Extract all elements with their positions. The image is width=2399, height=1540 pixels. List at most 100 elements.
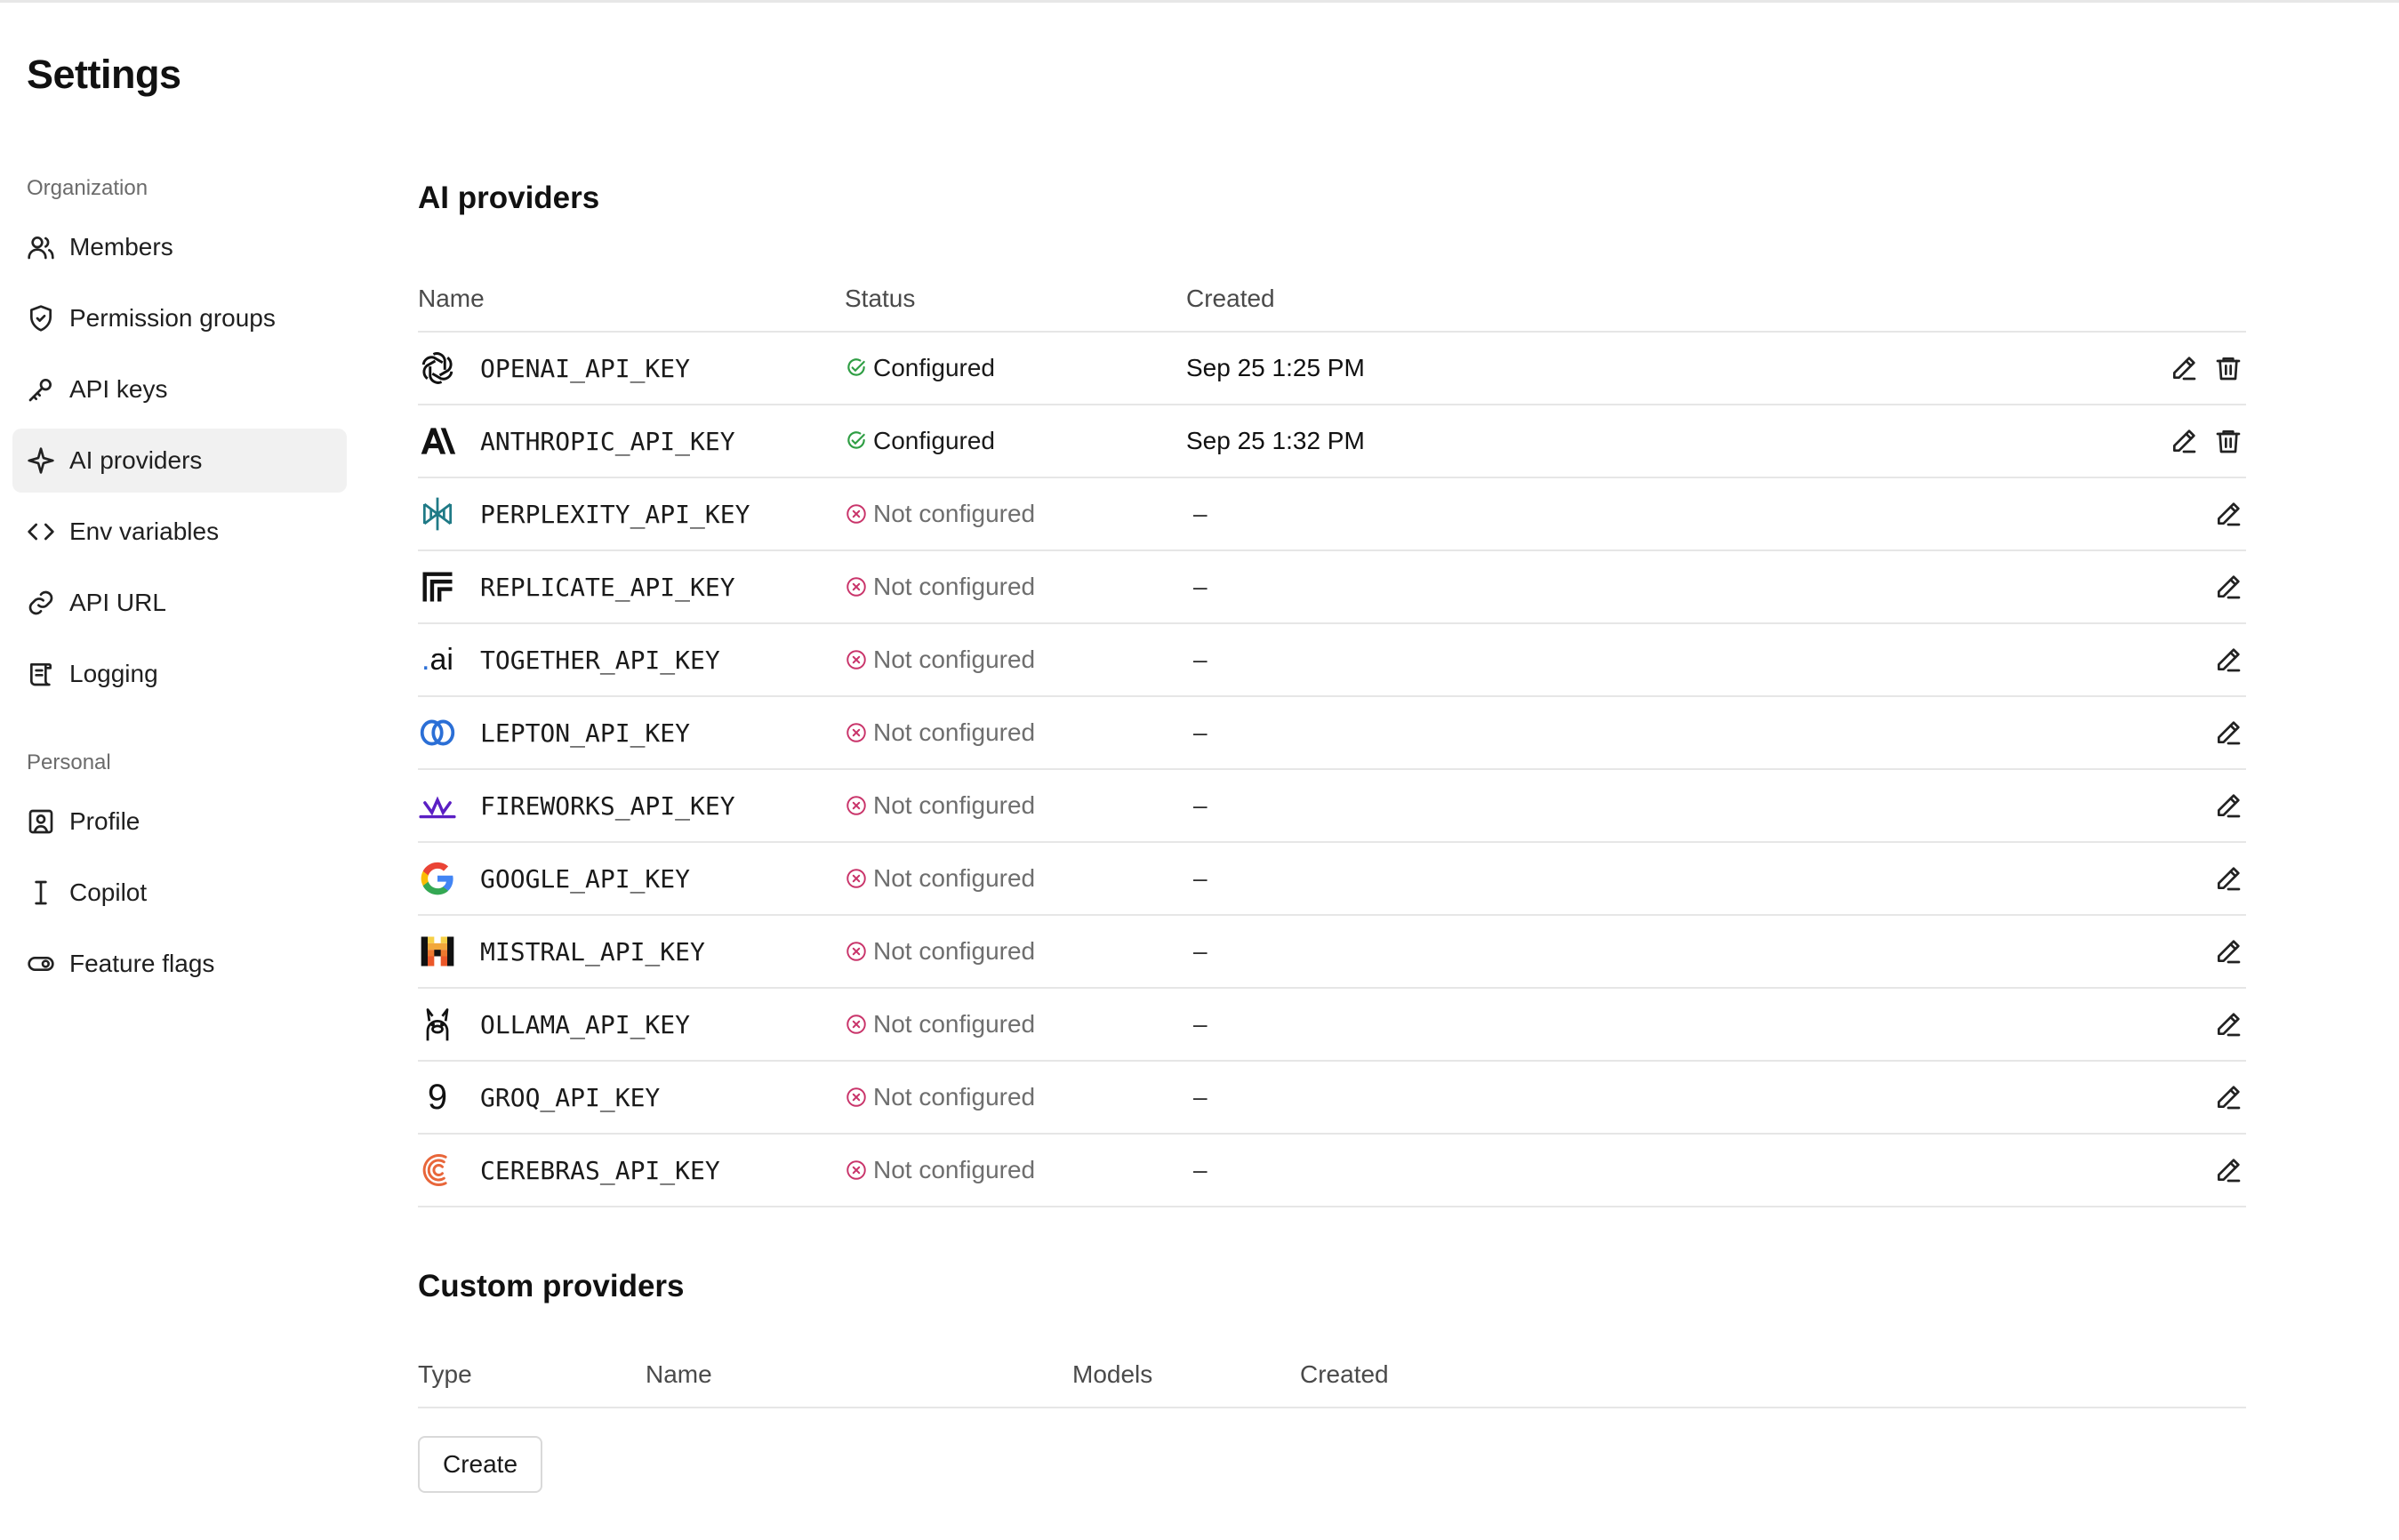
x-circle-icon: [845, 1013, 868, 1036]
sidebar-item-label: Env variables: [69, 517, 220, 545]
sidebar-item-label: API keys: [69, 375, 168, 403]
column-header-models: Models: [1072, 1360, 1153, 1388]
row-actions: [2136, 646, 2246, 674]
edit-icon[interactable]: [2214, 864, 2243, 893]
status-text: Not configured: [873, 646, 1036, 673]
trash-icon[interactable]: [2214, 354, 2243, 382]
status-text: Not configured: [873, 500, 1036, 527]
scroll-icon: [27, 660, 55, 688]
text-cursor-icon: [27, 878, 55, 907]
openai-logo: [418, 349, 457, 388]
create-custom-provider-button[interactable]: Create: [418, 1436, 542, 1493]
provider-key-name: TOGETHER_API_KEY: [480, 645, 720, 675]
table-row: PERPLEXITY_API_KEY Not configured –: [418, 478, 2246, 551]
top-divider: [0, 0, 2399, 3]
provider-key-name: MISTRAL_API_KEY: [480, 936, 705, 967]
status-text: Configured: [873, 354, 995, 381]
sidebar-item-ai-providers[interactable]: AI providers: [12, 429, 347, 493]
edit-icon[interactable]: [2214, 1156, 2243, 1184]
ai-providers-table: Name Status Created OPENAI_API_KEY Confi…: [418, 267, 2246, 1207]
logo-text: 9: [427, 1078, 448, 1117]
edit-icon[interactable]: [2170, 427, 2198, 455]
created-cell: –: [1193, 864, 1208, 892]
sidebar-item-permission-groups[interactable]: Permission groups: [12, 286, 347, 350]
sidebar-item-logging[interactable]: Logging: [12, 642, 347, 706]
provider-name-cell: OPENAI_API_KEY: [418, 349, 845, 388]
column-header-type: Type: [418, 1360, 472, 1388]
trash-icon[interactable]: [2214, 427, 2243, 455]
status-text: Not configured: [873, 718, 1036, 746]
table-row: MISTRAL_API_KEY Not configured –: [418, 916, 2246, 989]
created-cell: Sep 25 1:32 PM: [1186, 427, 1365, 454]
edit-icon[interactable]: [2214, 500, 2243, 528]
sidebar-item-api-url[interactable]: API URL: [12, 571, 347, 635]
x-circle-icon: [845, 502, 868, 525]
provider-key-name: OLLAMA_API_KEY: [480, 1009, 691, 1039]
table-header: Type Name Models Created: [418, 1343, 2246, 1408]
ollama-logo: [418, 1005, 457, 1044]
provider-name-cell: MISTRAL_API_KEY: [418, 932, 845, 971]
together-logo: .ai: [421, 643, 453, 677]
provider-key-name: CEREBRAS_API_KEY: [480, 1155, 720, 1185]
status-cell: Not configured: [845, 1010, 1186, 1039]
provider-key-name: LEPTON_API_KEY: [480, 718, 691, 748]
table-row: ANTHROPIC_API_KEY Configured Sep 25 1:32…: [418, 405, 2246, 478]
provider-name-cell: CEREBRAS_API_KEY: [418, 1151, 845, 1190]
row-actions: [2136, 427, 2246, 455]
sidebar-item-feature-flags[interactable]: Feature flags: [12, 932, 347, 996]
created-cell: –: [1193, 573, 1208, 600]
key-icon: [27, 375, 55, 404]
provider-name-cell: FIREWORKS_API_KEY: [418, 786, 845, 825]
edit-icon[interactable]: [2214, 646, 2243, 674]
x-circle-icon: [845, 575, 868, 598]
sidebar-item-copilot[interactable]: Copilot: [12, 861, 347, 925]
table-row: LEPTON_API_KEY Not configured –: [418, 697, 2246, 770]
lepton-logo: [418, 713, 457, 752]
status-text: Not configured: [873, 573, 1036, 600]
provider-key-name: FIREWORKS_API_KEY: [480, 790, 735, 821]
edit-icon[interactable]: [2214, 573, 2243, 601]
custom-providers-table: Type Name Models Created: [418, 1343, 2246, 1408]
x-circle-icon: [845, 794, 868, 817]
created-cell: –: [1193, 937, 1208, 965]
row-actions: [2136, 354, 2246, 382]
status-text: Not configured: [873, 1010, 1036, 1038]
cerebras-logo: [418, 1151, 457, 1190]
created-cell: –: [1193, 646, 1208, 673]
status-cell: Not configured: [845, 646, 1186, 674]
sidebar-item-api-keys[interactable]: API keys: [12, 357, 347, 421]
edit-icon[interactable]: [2214, 791, 2243, 820]
edit-icon[interactable]: [2214, 1010, 2243, 1039]
column-header-name: Name: [646, 1360, 712, 1388]
perplexity-logo: [418, 494, 457, 533]
mistral-logo: [418, 932, 457, 971]
page-title: Settings: [27, 52, 181, 97]
groq-logo: 9: [418, 1078, 457, 1117]
edit-icon[interactable]: [2214, 718, 2243, 747]
sidebar-item-label: Feature flags: [69, 950, 215, 977]
table-row: .ai TOGETHER_API_KEY Not configured –: [418, 624, 2246, 697]
edit-icon[interactable]: [2214, 1083, 2243, 1111]
table-row: OPENAI_API_KEY Configured Sep 25 1:25 PM: [418, 333, 2246, 405]
status-cell: Not configured: [845, 718, 1186, 747]
sidebar-item-env-variables[interactable]: Env variables: [12, 500, 347, 564]
created-cell: –: [1193, 500, 1208, 527]
x-circle-icon: [845, 1086, 868, 1109]
status-cell: Not configured: [845, 937, 1186, 966]
status-text: Not configured: [873, 937, 1036, 965]
check-circle-icon: [845, 429, 868, 453]
sidebar-item-members[interactable]: Members: [12, 215, 347, 279]
sparkle-icon: [27, 446, 55, 475]
users-icon: [27, 233, 55, 261]
provider-name-cell: 9 GROQ_API_KEY: [418, 1078, 845, 1117]
column-header-created: Created: [1300, 1360, 1389, 1388]
edit-icon[interactable]: [2214, 937, 2243, 966]
x-circle-icon: [845, 1159, 868, 1182]
provider-name-cell: REPLICATE_API_KEY: [418, 567, 845, 606]
row-actions: [2136, 1156, 2246, 1184]
table-body: OPENAI_API_KEY Configured Sep 25 1:25 PM…: [418, 333, 2246, 1207]
edit-icon[interactable]: [2170, 354, 2198, 382]
table-row: OLLAMA_API_KEY Not configured –: [418, 989, 2246, 1062]
sidebar-item-profile[interactable]: Profile: [12, 790, 347, 854]
sidebar-item-label: AI providers: [69, 446, 203, 474]
